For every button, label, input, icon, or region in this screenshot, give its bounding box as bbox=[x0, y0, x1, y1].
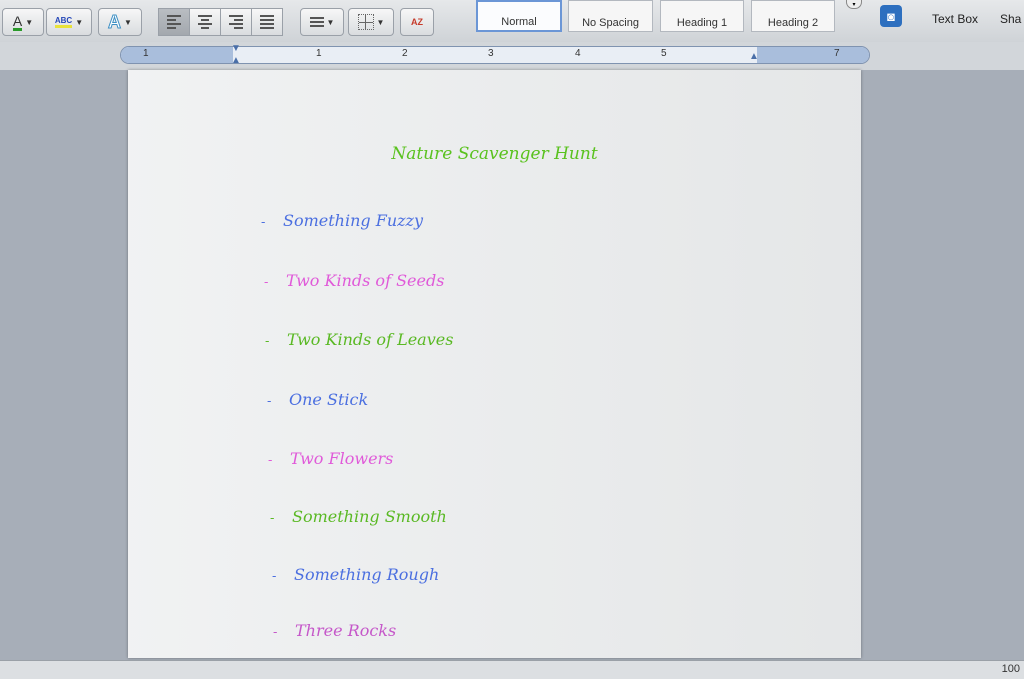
ruler-number: 3 bbox=[488, 48, 494, 59]
list-item: - Two Kinds of Leaves bbox=[265, 330, 453, 349]
ruler-number: 7 bbox=[834, 48, 840, 59]
chevron-down-icon: ▼ bbox=[124, 17, 132, 27]
list-item: - Two Flowers bbox=[268, 449, 393, 468]
bullet: - bbox=[267, 394, 272, 409]
bullet: - bbox=[273, 625, 278, 640]
borders-icon bbox=[357, 14, 374, 30]
chevron-down-icon: ▼ bbox=[25, 17, 34, 27]
list-item-text: Something Rough bbox=[294, 565, 440, 584]
ruler-left-margin bbox=[121, 47, 233, 63]
justify-button[interactable] bbox=[251, 8, 283, 36]
list-item-text: Two Flowers bbox=[290, 449, 394, 468]
document-page[interactable]: Nature Scavenger Hunt - Something Fuzzy … bbox=[128, 70, 861, 658]
line-spacing-button[interactable]: ▼ bbox=[300, 8, 344, 36]
bullet: - bbox=[265, 334, 270, 349]
left-indent-marker[interactable]: ▲ bbox=[231, 55, 241, 66]
align-left-button[interactable] bbox=[158, 8, 190, 36]
paragraph-alignment-group bbox=[158, 8, 283, 36]
line-spacing-icon bbox=[309, 15, 324, 29]
list-item-text: Two Kinds of Leaves bbox=[287, 330, 454, 349]
list-item-text: Something Fuzzy bbox=[283, 211, 424, 230]
ruler-number: 4 bbox=[575, 48, 581, 59]
text-effects-button[interactable]: A ▼ bbox=[98, 8, 142, 36]
list-item: - Two Kinds of Seeds bbox=[264, 271, 444, 290]
chevron-down-icon: ▼ bbox=[326, 17, 335, 27]
chevron-down-icon: ▼ bbox=[75, 17, 84, 27]
style-heading-1-label: Heading 1 bbox=[676, 17, 728, 29]
ruler-number: 1 bbox=[316, 48, 322, 59]
list-item: - Something Rough bbox=[272, 565, 439, 584]
list-item-text: Three Rocks bbox=[295, 621, 397, 640]
document-title: Nature Scavenger Hunt bbox=[391, 144, 598, 164]
font-color-icon: A bbox=[12, 12, 23, 31]
list-item: - Something Smooth bbox=[270, 507, 447, 526]
align-center-icon bbox=[198, 13, 212, 31]
text-box-label[interactable]: Text Box bbox=[932, 12, 978, 26]
list-item: - Something Fuzzy bbox=[261, 211, 423, 230]
style-normal-label: Normal bbox=[501, 16, 537, 28]
style-heading-2-label: Heading 2 bbox=[767, 17, 819, 29]
borders-button[interactable]: ▼ bbox=[348, 8, 394, 36]
bullet: - bbox=[264, 275, 269, 290]
align-center-button[interactable] bbox=[189, 8, 221, 36]
align-left-icon bbox=[167, 13, 181, 31]
ruler-number: 2 bbox=[402, 48, 408, 59]
align-right-button[interactable] bbox=[220, 8, 252, 36]
zoom-level[interactable]: 100 bbox=[1002, 663, 1020, 675]
chevron-down-icon: ▼ bbox=[376, 17, 385, 27]
bullet: - bbox=[261, 215, 266, 230]
horizontal-ruler[interactable]: 1 1 2 3 4 5 7 ▼ ▲ ▲ bbox=[120, 43, 870, 66]
sort-icon: AZ bbox=[411, 17, 423, 27]
ruler-right-margin bbox=[757, 47, 869, 63]
status-bar: 100 bbox=[0, 660, 1024, 679]
first-line-indent-marker[interactable]: ▼ bbox=[231, 43, 241, 54]
right-indent-marker[interactable]: ▲ bbox=[749, 51, 759, 62]
list-item-text: One Stick bbox=[289, 390, 369, 409]
shape-label[interactable]: Sha bbox=[1000, 12, 1021, 26]
text-box-icon[interactable]: ◙ bbox=[880, 5, 902, 27]
style-no-spacing-label: No Spacing bbox=[582, 17, 639, 29]
align-right-icon bbox=[229, 13, 243, 31]
highlight-button[interactable]: ABC ▼ bbox=[46, 8, 92, 36]
ruler-number: 5 bbox=[661, 48, 667, 59]
font-color-button[interactable]: A ▼ bbox=[2, 8, 44, 36]
bullet: - bbox=[268, 453, 273, 468]
list-item-text: Something Smooth bbox=[292, 507, 447, 526]
list-item-text: Two Kinds of Seeds bbox=[286, 271, 445, 290]
bullet: - bbox=[270, 511, 275, 526]
list-item: - One Stick bbox=[267, 390, 368, 409]
ribbon-toolbar: A ▼ ABC ▼ A ▼ ▼ ▼ AZ Normal No Spacing H… bbox=[0, 0, 1024, 43]
ruler-number: 1 bbox=[143, 48, 149, 59]
list-item: - Three Rocks bbox=[273, 621, 396, 640]
text-effects-icon: A bbox=[108, 11, 122, 32]
styles-more-button[interactable]: ▾ bbox=[846, 0, 862, 9]
bullet: - bbox=[272, 569, 277, 584]
highlight-icon: ABC bbox=[54, 16, 73, 28]
style-no-spacing[interactable]: No Spacing bbox=[568, 0, 653, 32]
justify-icon bbox=[260, 13, 274, 31]
sort-button[interactable]: AZ bbox=[400, 8, 434, 36]
style-heading-1[interactable]: Heading 1 bbox=[660, 0, 744, 32]
style-normal[interactable]: Normal bbox=[476, 0, 562, 32]
style-heading-2[interactable]: Heading 2 bbox=[751, 0, 835, 32]
